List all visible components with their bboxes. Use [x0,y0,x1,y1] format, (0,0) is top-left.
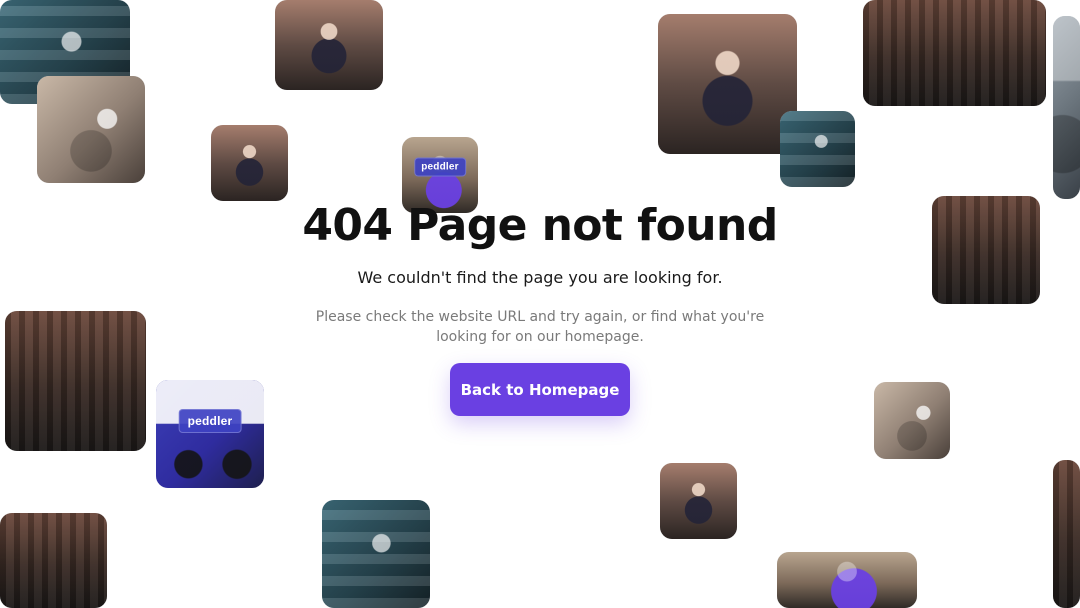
photo-fill [660,463,737,539]
photo-phone-hand-left [37,76,145,183]
photo-person-top-right-center [658,14,797,154]
page-subtitle: We couldn't find the page you are lookin… [357,268,723,288]
photo-fill [156,380,264,488]
cta-wrap: Back to Homepage [260,363,820,417]
photo-fill [0,513,107,608]
not-found-page: peddler peddler 404 Page not found We co… [0,0,1080,608]
photo-edge-bottom-right [1053,460,1080,608]
peddler-badge: peddler [414,157,466,177]
photo-cargo-bike: peddler [156,380,264,488]
photo-street-edge-right [1053,16,1080,199]
photo-fill [658,14,797,154]
photo-fill [777,552,917,608]
photo-shop-right [932,196,1040,304]
photo-fill [5,311,146,451]
photo-fill [780,111,855,187]
not-found-content: 404 Page not found We couldn't find the … [260,200,820,417]
peddler-badge: peddler [178,409,242,434]
photo-fill [863,0,1046,106]
photo-fill [275,0,383,90]
photo-person-small-left [211,125,288,201]
photo-shop-top-right [863,0,1046,106]
photo-person-bottom-center-right [660,463,737,539]
photo-shop-left [5,311,146,451]
photo-fill [322,500,430,608]
photo-window-bottom-center [322,500,430,608]
photo-fill [211,125,288,201]
help-text: Please check the website URL and try aga… [315,308,765,346]
photo-wine-bottom-left [0,513,107,608]
back-to-homepage-button[interactable]: Back to Homepage [450,363,630,417]
page-title: 404 Page not found [302,200,778,251]
photo-phone-right [874,382,950,459]
photo-fill [932,196,1040,304]
photo-fill [1053,460,1080,608]
photo-fill [37,76,145,183]
photo-street-bottom-right [777,552,917,608]
photo-window-small-right-center [780,111,855,187]
photo-fill [1053,16,1080,199]
photo-fill [874,382,950,459]
photo-person-top-center [275,0,383,90]
